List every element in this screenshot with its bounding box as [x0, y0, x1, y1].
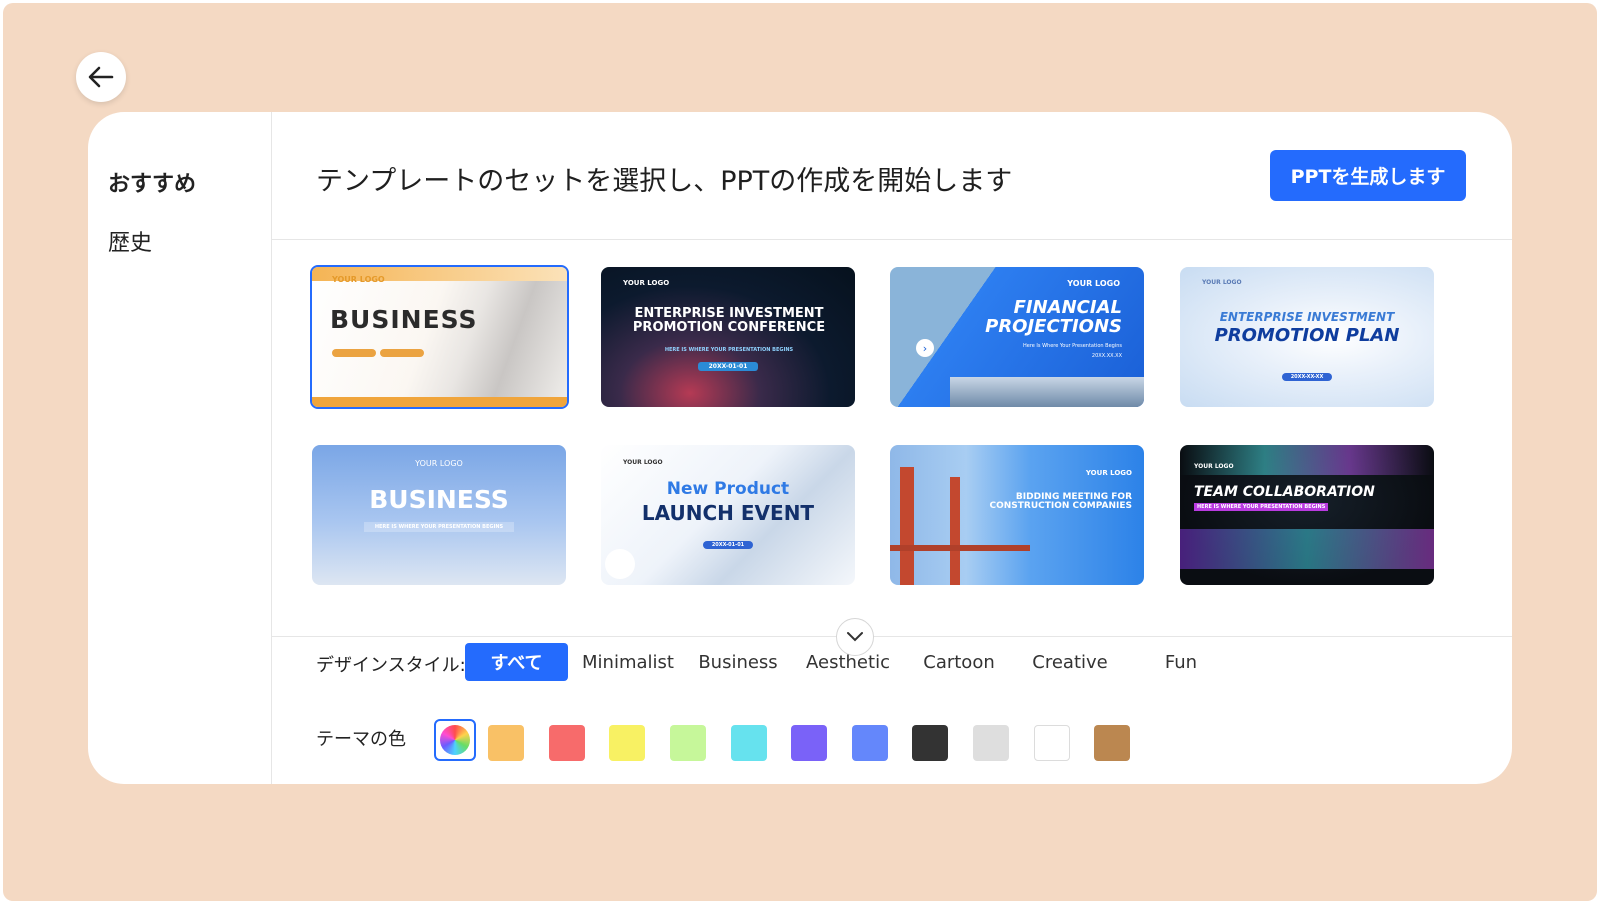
sidebar-item-history[interactable]: 歴史	[108, 225, 152, 257]
color-swatch-red[interactable]	[549, 725, 585, 761]
filter-divider	[272, 636, 1512, 637]
style-chip-fun[interactable]: Fun	[1131, 643, 1231, 681]
card-logo-text: YOUR LOGO	[1067, 279, 1120, 288]
card-date: 20XX-XX-XX	[1282, 373, 1332, 381]
style-chip-minimalist[interactable]: Minimalist	[578, 643, 678, 681]
sidebar-item-recommended[interactable]: おすすめ	[108, 166, 196, 198]
arrow-left-icon	[88, 66, 114, 88]
template-card-6[interactable]: YOUR LOGO New Product LAUNCH EVENT 20XX-…	[601, 445, 855, 585]
color-swatch-yellow[interactable]	[609, 725, 645, 761]
template-card-2[interactable]: YOUR LOGO ENTERPRISE INVESTMENT PROMOTIO…	[601, 267, 855, 407]
card-date: 20XX-01-01	[698, 362, 758, 371]
style-chip-creative[interactable]: Creative	[1020, 643, 1120, 681]
back-button[interactable]	[76, 52, 126, 102]
style-chip-cartoon[interactable]: Cartoon	[909, 643, 1009, 681]
bridge-tower	[950, 477, 960, 585]
color-wheel-icon	[440, 725, 470, 755]
style-chip-business[interactable]: Business	[688, 643, 788, 681]
card-subtitle: HERE IS WHERE YOUR PRESENTATION BEGINS	[364, 522, 514, 532]
card-title: TEAM COLLABORATION	[1194, 484, 1375, 500]
card-pill	[332, 349, 376, 357]
generate-ppt-button[interactable]: PPTを生成します	[1270, 150, 1466, 201]
template-card-1[interactable]: YOUR LOGO BUSINESS	[310, 265, 569, 409]
color-swatch-cyan[interactable]	[731, 725, 767, 761]
decor-circle	[605, 549, 635, 579]
card-logo-text: YOUR LOGO	[1194, 463, 1234, 470]
card-title: BIDDING MEETING FOR CONSTRUCTION COMPANI…	[989, 492, 1132, 512]
color-swatch-white[interactable]	[1034, 725, 1070, 761]
play-icon: ›	[916, 339, 934, 357]
card-title-line1: New Product	[666, 479, 790, 499]
color-swatch-black[interactable]	[912, 725, 948, 761]
card-title: ENTERPRISE INVESTMENT PROMOTION CONFEREN…	[632, 306, 826, 335]
card-logo-text: YOUR LOGO	[332, 275, 385, 284]
card-footer-bar	[312, 397, 567, 407]
header-divider	[272, 239, 1512, 240]
card-logo-text: YOUR LOGO	[623, 279, 670, 287]
card-title-line2: PROMOTION PLAN	[1214, 325, 1400, 346]
template-card-4[interactable]: YOUR LOGO ENTERPRISE INVESTMENT PROMOTIO…	[1180, 267, 1434, 407]
template-dialog: おすすめ 歴史 テンプレートのセットを選択し、PPTの作成を開始します PPTを…	[88, 112, 1512, 784]
card-title-line2: LAUNCH EVENT	[641, 501, 815, 525]
card-date: 20XX-01-01	[703, 541, 753, 549]
wave-decor	[1180, 529, 1434, 569]
style-chip-aesthetic[interactable]: Aesthetic	[798, 643, 898, 681]
bridge-tower	[900, 467, 914, 585]
page-title: テンプレートのセットを選択し、PPTの作成を開始します	[316, 166, 1013, 197]
color-swatch-purple[interactable]	[791, 725, 827, 761]
design-style-label: デザインスタイル:	[316, 655, 466, 676]
color-swatch-orange[interactable]	[488, 725, 524, 761]
card-date: 20XX.XX.XX	[1091, 353, 1122, 359]
card-title-line1: ENTERPRISE INVESTMENT	[1219, 310, 1395, 324]
card-title: BUSINESS	[330, 305, 478, 334]
card-logo-text: YOUR LOGO	[1085, 469, 1132, 477]
color-swatch-blue[interactable]	[852, 725, 888, 761]
card-title: BUSINESS	[369, 485, 509, 514]
color-swatch-green[interactable]	[670, 725, 706, 761]
color-swatch-brown[interactable]	[1094, 725, 1130, 761]
template-card-5[interactable]: YOUR LOGO BUSINESS HERE IS WHERE YOUR PR…	[312, 445, 566, 585]
theme-color-label: テーマの色	[316, 729, 406, 750]
card-subtitle: HERE IS WHERE YOUR PRESENTATION BEGINS	[664, 347, 794, 353]
card-subtitle: Here Is Where Your Presentation Begins	[1022, 343, 1122, 349]
style-chip-all[interactable]: すべて	[465, 643, 568, 681]
sidebar: おすすめ 歴史	[88, 112, 272, 784]
card-logo-text: YOUR LOGO	[623, 459, 663, 466]
card-logo-text: YOUR LOGO	[415, 459, 463, 468]
card-subtitle: HERE IS WHERE YOUR PRESENTATION BEGINS	[1194, 503, 1329, 511]
wave-decor	[1180, 445, 1434, 475]
template-card-8[interactable]: YOUR LOGO TEAM COLLABORATION HERE IS WHE…	[1180, 445, 1434, 585]
color-swatch-gray[interactable]	[973, 725, 1009, 761]
card-pill	[380, 349, 424, 357]
card-logo-text: YOUR LOGO	[1202, 279, 1242, 286]
city-image	[950, 377, 1144, 407]
card-title: FINANCIAL PROJECTIONS	[985, 297, 1122, 337]
template-card-3[interactable]: YOUR LOGO FINANCIAL PROJECTIONS Here Is …	[890, 267, 1144, 407]
chevron-down-icon	[847, 632, 863, 642]
color-swatch-all[interactable]	[434, 719, 476, 761]
template-card-7[interactable]: YOUR LOGO BIDDING MEETING FOR CONSTRUCTI…	[890, 445, 1144, 585]
bridge-deck	[890, 545, 1030, 551]
